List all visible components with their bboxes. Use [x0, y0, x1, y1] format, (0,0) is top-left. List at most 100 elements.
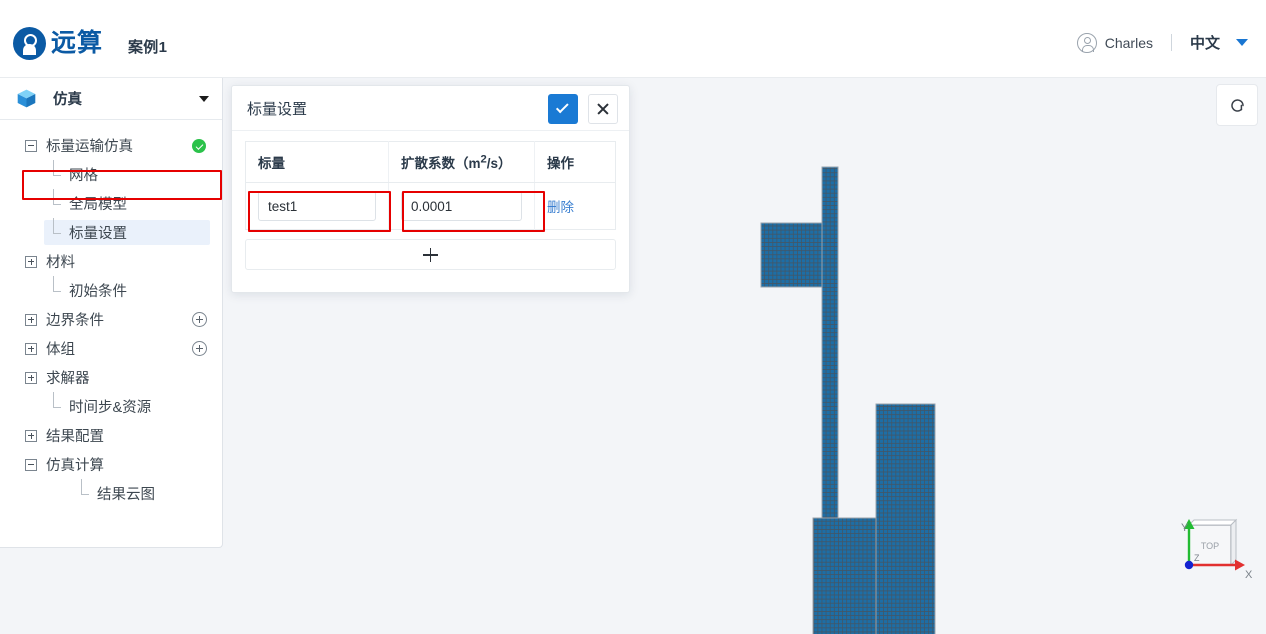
tree-item-4[interactable]: 材料 — [0, 247, 222, 276]
user-name: Charles — [1104, 34, 1153, 51]
brand-logo[interactable]: 远算 — [13, 27, 103, 60]
tree-item-label: 全局模型 — [69, 197, 127, 213]
header-divider — [1170, 34, 1172, 51]
plus-icon — [423, 247, 438, 262]
add-item-icon[interactable] — [192, 311, 207, 327]
app-header: 远算 案例1 Charles 中文 — [0, 0, 1266, 78]
status-ok-icon — [192, 139, 206, 153]
cell-scalar-name — [245, 182, 389, 230]
tree-item-content: 标量设置 — [44, 217, 210, 245]
caret-down-icon[interactable] — [199, 96, 209, 102]
axis-label-x: X — [1245, 569, 1253, 581]
tree-item-label: 结果云图 — [97, 487, 155, 503]
cell-action: 删除 — [534, 182, 616, 230]
tree-item-content: 结果配置 — [21, 423, 210, 448]
column-header-action: 操作 — [534, 141, 616, 183]
tree-item-content: 全局模型 — [44, 188, 210, 216]
cancel-button[interactable] — [588, 94, 618, 124]
tree-item-1[interactable]: 网格 — [0, 159, 222, 189]
yuansuan-logo-icon — [13, 27, 46, 60]
tree-item-5[interactable]: 初始条件 — [0, 275, 222, 305]
tree-item-label: 结果配置 — [46, 429, 104, 445]
tree-item-7[interactable]: 体组 — [0, 334, 222, 363]
collapse-icon[interactable] — [25, 458, 37, 471]
app-body: 仿真 标量运输仿真 网格 全局模型 标量设置 材料 初始条件 边界条件 体组 求解器 时间步&资源… — [0, 78, 1266, 634]
dialog-header: 标量设置 — [232, 86, 629, 131]
diffusion-coefficient-input[interactable] — [401, 191, 522, 221]
user-avatar-icon — [1076, 32, 1097, 53]
tree-item-0[interactable]: 标量运输仿真 — [0, 131, 222, 160]
axis-face-label: TOP — [1201, 541, 1219, 551]
tree-item-8[interactable]: 求解器 — [0, 363, 222, 392]
axis-label-y: Y — [1181, 522, 1189, 534]
tree-item-label: 体组 — [46, 342, 75, 358]
add-scalar-row-button[interactable] — [245, 239, 616, 270]
cell-diffusion-coefficient — [388, 182, 535, 230]
tree-item-12[interactable]: 结果云图 — [0, 478, 222, 508]
sidebar-module-header[interactable]: 仿真 — [0, 78, 222, 120]
confirm-button[interactable] — [548, 94, 578, 124]
tree-item-content: 网格 — [44, 159, 210, 187]
tree-item-label: 时间步&资源 — [69, 400, 152, 416]
table-header-row: 标量 扩散系数（m2/s） 操作 — [245, 141, 616, 183]
tree-item-3[interactable]: 标量设置 — [0, 217, 222, 247]
axis-label-z: Z — [1194, 553, 1200, 563]
tree-item-content: 求解器 — [21, 365, 210, 390]
expand-icon[interactable] — [25, 342, 37, 355]
tree-connector-icon — [48, 217, 61, 239]
scalar-settings-dialog: 标量设置 标量 扩散系数（m2/s） 操作 删除 — [231, 85, 630, 293]
expand-icon[interactable] — [25, 429, 37, 442]
tree-item-label: 标量运输仿真 — [46, 139, 133, 155]
dialog-body: 标量 扩散系数（m2/s） 操作 删除 — [232, 131, 629, 283]
tree-item-label: 网格 — [69, 168, 98, 184]
reset-view-button[interactable] — [1216, 84, 1258, 126]
tree-item-content: 体组 — [21, 336, 210, 361]
tree-item-content: 标量运输仿真 — [21, 133, 210, 158]
language-label[interactable]: 中文 — [1190, 32, 1220, 53]
tree-item-content: 边界条件 — [21, 307, 210, 332]
tree-item-11[interactable]: 仿真计算 — [0, 450, 222, 479]
expand-icon[interactable] — [25, 371, 37, 384]
tree-item-content: 材料 — [21, 249, 210, 274]
tree-connector-icon — [76, 478, 89, 500]
dialog-title: 标量设置 — [247, 100, 308, 118]
check-icon — [555, 100, 569, 114]
tree-connector-icon — [48, 391, 61, 413]
logo-text: 远算 — [51, 29, 104, 57]
user-menu[interactable]: Charles — [1076, 32, 1153, 53]
scalar-name-input[interactable] — [258, 191, 376, 221]
table-row: 删除 — [245, 182, 616, 230]
reset-rotate-icon — [1230, 98, 1244, 112]
tree-item-content: 时间步&资源 — [44, 391, 210, 419]
add-item-icon[interactable] — [192, 340, 207, 356]
sidebar-module-label: 仿真 — [53, 92, 82, 108]
cube-icon — [16, 88, 37, 109]
tree-connector-icon — [48, 188, 61, 210]
tree-item-content: 仿真计算 — [21, 452, 210, 477]
tree-item-10[interactable]: 结果配置 — [0, 421, 222, 450]
column-header-diffusion-post: /s） — [486, 156, 512, 171]
tree-item-2[interactable]: 全局模型 — [0, 188, 222, 218]
axis-orientation-gizmo[interactable]: TOP Y X Z — [1163, 507, 1253, 602]
tree-item-9[interactable]: 时间步&资源 — [0, 391, 222, 421]
simulation-tree: 标量运输仿真网格全局模型标量设置材料初始条件边界条件体组求解器时间步&资源结果配… — [0, 120, 222, 508]
tree-connector-icon — [48, 275, 61, 297]
expand-icon[interactable] — [25, 313, 37, 326]
tree-item-label: 求解器 — [46, 371, 90, 387]
tree-item-content: 结果云图 — [72, 478, 210, 506]
header-right-controls: Charles 中文 — [1076, 32, 1248, 53]
caret-down-icon[interactable] — [1236, 39, 1248, 46]
tree-item-label: 标量设置 — [69, 226, 127, 242]
expand-icon[interactable] — [25, 255, 37, 268]
scalar-table: 标量 扩散系数（m2/s） 操作 删除 — [245, 141, 616, 230]
collapse-icon[interactable] — [25, 139, 37, 152]
delete-row-link[interactable]: 删除 — [547, 200, 574, 215]
tree-item-label: 初始条件 — [69, 284, 127, 300]
column-header-diffusion-pre: 扩散系数（m — [401, 156, 481, 171]
tree-item-6[interactable]: 边界条件 — [0, 305, 222, 334]
close-icon — [596, 102, 610, 116]
column-header-scalar: 标量 — [245, 141, 389, 183]
tree-item-content: 初始条件 — [44, 275, 210, 303]
sidebar: 仿真 标量运输仿真网格全局模型标量设置材料初始条件边界条件体组求解器时间步&资源… — [0, 78, 223, 548]
case-title: 案例1 — [128, 39, 168, 56]
